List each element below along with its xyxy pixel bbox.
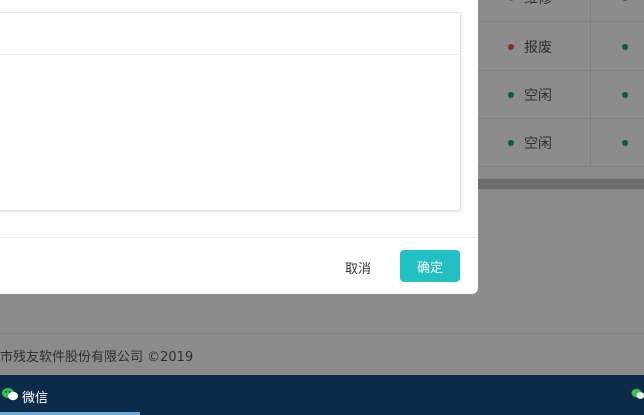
card-header xyxy=(0,13,460,55)
modal-footer-divider xyxy=(0,237,478,238)
taskbar: 微信 xyxy=(0,375,644,415)
modal-dialog: 取消 确定 xyxy=(0,0,478,294)
cancel-button[interactable]: 取消 xyxy=(334,251,382,283)
wechat-tray-icon[interactable] xyxy=(631,388,644,400)
wechat-icon xyxy=(2,388,18,401)
taskbar-item-wechat[interactable]: 微信 xyxy=(0,375,140,415)
ok-button[interactable]: 确定 xyxy=(400,250,460,282)
taskbar-item-label: 微信 xyxy=(22,391,49,406)
content-card xyxy=(0,12,461,211)
